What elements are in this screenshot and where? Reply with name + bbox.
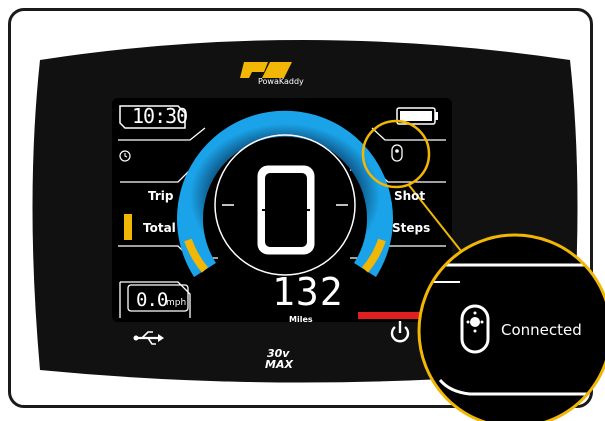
device-illustration	[32, 40, 605, 421]
trip-label[interactable]: Trip	[148, 189, 174, 203]
model-line-2: MAX	[265, 358, 293, 371]
clock-time: 10:30	[132, 104, 188, 128]
speed-value: 0.0	[136, 289, 168, 311]
steps-label[interactable]: Steps	[392, 221, 430, 235]
brand-name: PowaKaddy	[258, 77, 304, 86]
distance-value: 132	[272, 270, 344, 314]
powakaddy-logo	[240, 62, 292, 78]
total-indicator	[124, 214, 132, 240]
total-label[interactable]: Total	[143, 221, 176, 235]
speed-unit: mph	[166, 298, 187, 308]
shot-label[interactable]: Shot	[394, 189, 425, 203]
connected-status: Connected	[501, 321, 582, 339]
distance-unit: Miles	[289, 315, 313, 324]
